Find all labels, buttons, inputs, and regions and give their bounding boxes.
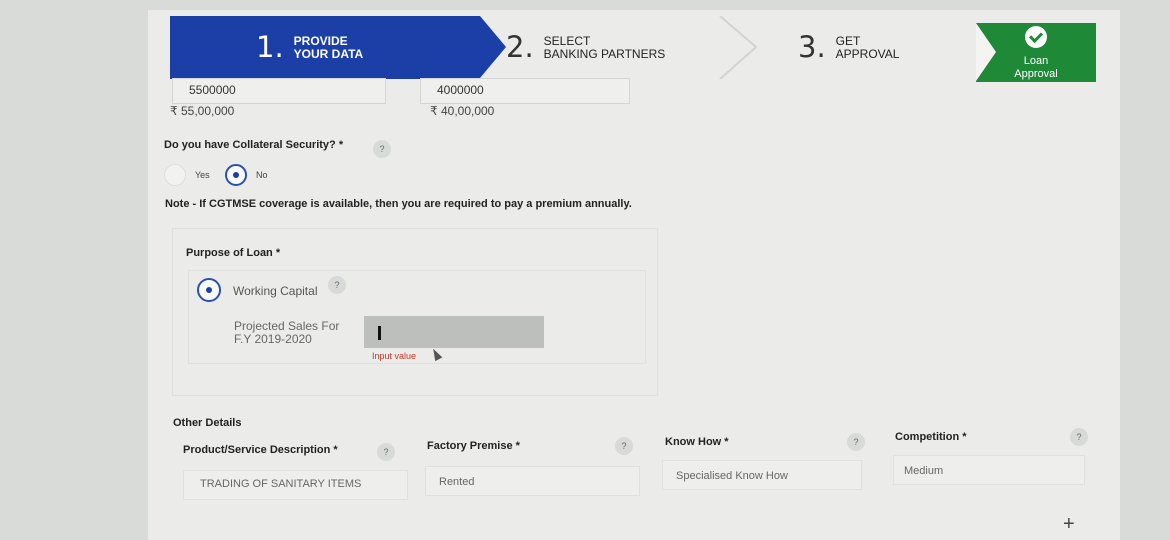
product-description-value: TRADING OF SANITARY ITEMS bbox=[200, 478, 362, 490]
help-icon[interactable]: ? bbox=[377, 443, 395, 461]
text-caret bbox=[378, 326, 381, 340]
amount-field-1[interactable]: 5500000 bbox=[172, 78, 386, 104]
step-number: 3. bbox=[798, 30, 826, 64]
step-label: GET APPROVAL bbox=[835, 33, 900, 61]
know-how-label: Know How * bbox=[665, 436, 729, 448]
product-description-label: Product/Service Description * bbox=[183, 444, 338, 456]
amount-formatted-1: ₹ 55,00,000 bbox=[170, 104, 235, 118]
amount-formatted-2: ₹ 40,00,000 bbox=[430, 104, 495, 118]
check-circle-icon bbox=[1025, 26, 1047, 48]
help-icon[interactable]: ? bbox=[615, 437, 633, 455]
collateral-question: Do you have Collateral Security? * bbox=[164, 139, 344, 151]
help-icon[interactable]: ? bbox=[1070, 428, 1088, 446]
help-icon[interactable]: ? bbox=[373, 140, 391, 158]
collateral-no-radio[interactable] bbox=[225, 164, 247, 186]
collateral-yes-label: Yes bbox=[195, 170, 210, 180]
step-arrow bbox=[480, 16, 506, 78]
progress-stepper: 1. PROVIDE YOUR DATA 2. SELECT BANKING P… bbox=[170, 16, 1096, 82]
radio-selected-dot bbox=[206, 287, 212, 293]
amount-field-2[interactable]: 4000000 bbox=[420, 78, 630, 104]
competition-value: Medium bbox=[904, 465, 944, 477]
collateral-yes-radio[interactable] bbox=[164, 164, 186, 186]
working-capital-label: Working Capital bbox=[233, 284, 318, 298]
factory-premise-label: Factory Premise * bbox=[427, 440, 520, 452]
factory-premise-value: Rented bbox=[439, 476, 475, 488]
step-label: PROVIDE YOUR DATA bbox=[293, 33, 364, 61]
working-capital-radio[interactable] bbox=[197, 278, 221, 302]
input-error-message: Input value bbox=[372, 351, 417, 361]
step-provide-data[interactable]: 1. PROVIDE YOUR DATA bbox=[170, 16, 480, 79]
radio-selected-dot bbox=[233, 172, 239, 178]
amount-value: 5500000 bbox=[189, 83, 236, 97]
step-number: 2. bbox=[506, 30, 534, 64]
projected-sales-input[interactable] bbox=[364, 316, 544, 348]
step-notch bbox=[976, 23, 996, 81]
step-label: SELECT BANKING PARTNERS bbox=[543, 33, 666, 61]
purpose-label: Purpose of Loan * bbox=[186, 247, 281, 259]
help-icon[interactable]: ? bbox=[328, 276, 346, 294]
step-get-approval[interactable]: 3. GET APPROVAL bbox=[798, 16, 958, 79]
collateral-no-label: No bbox=[256, 170, 268, 180]
know-how-value: Specialised Know How bbox=[676, 470, 788, 482]
chevron-right-icon bbox=[719, 16, 758, 79]
step-number: 1. bbox=[256, 30, 284, 64]
competition-label: Competition * bbox=[895, 431, 967, 443]
amount-value: 4000000 bbox=[437, 83, 484, 97]
help-icon[interactable]: ? bbox=[847, 433, 865, 451]
cgtmse-note: Note - If CGTMSE coverage is available, … bbox=[165, 198, 632, 210]
other-details-heading: Other Details bbox=[173, 417, 242, 429]
projected-sales-label: Projected Sales For F.Y 2019-2020 bbox=[234, 319, 340, 346]
plus-icon[interactable]: + bbox=[1063, 513, 1075, 536]
